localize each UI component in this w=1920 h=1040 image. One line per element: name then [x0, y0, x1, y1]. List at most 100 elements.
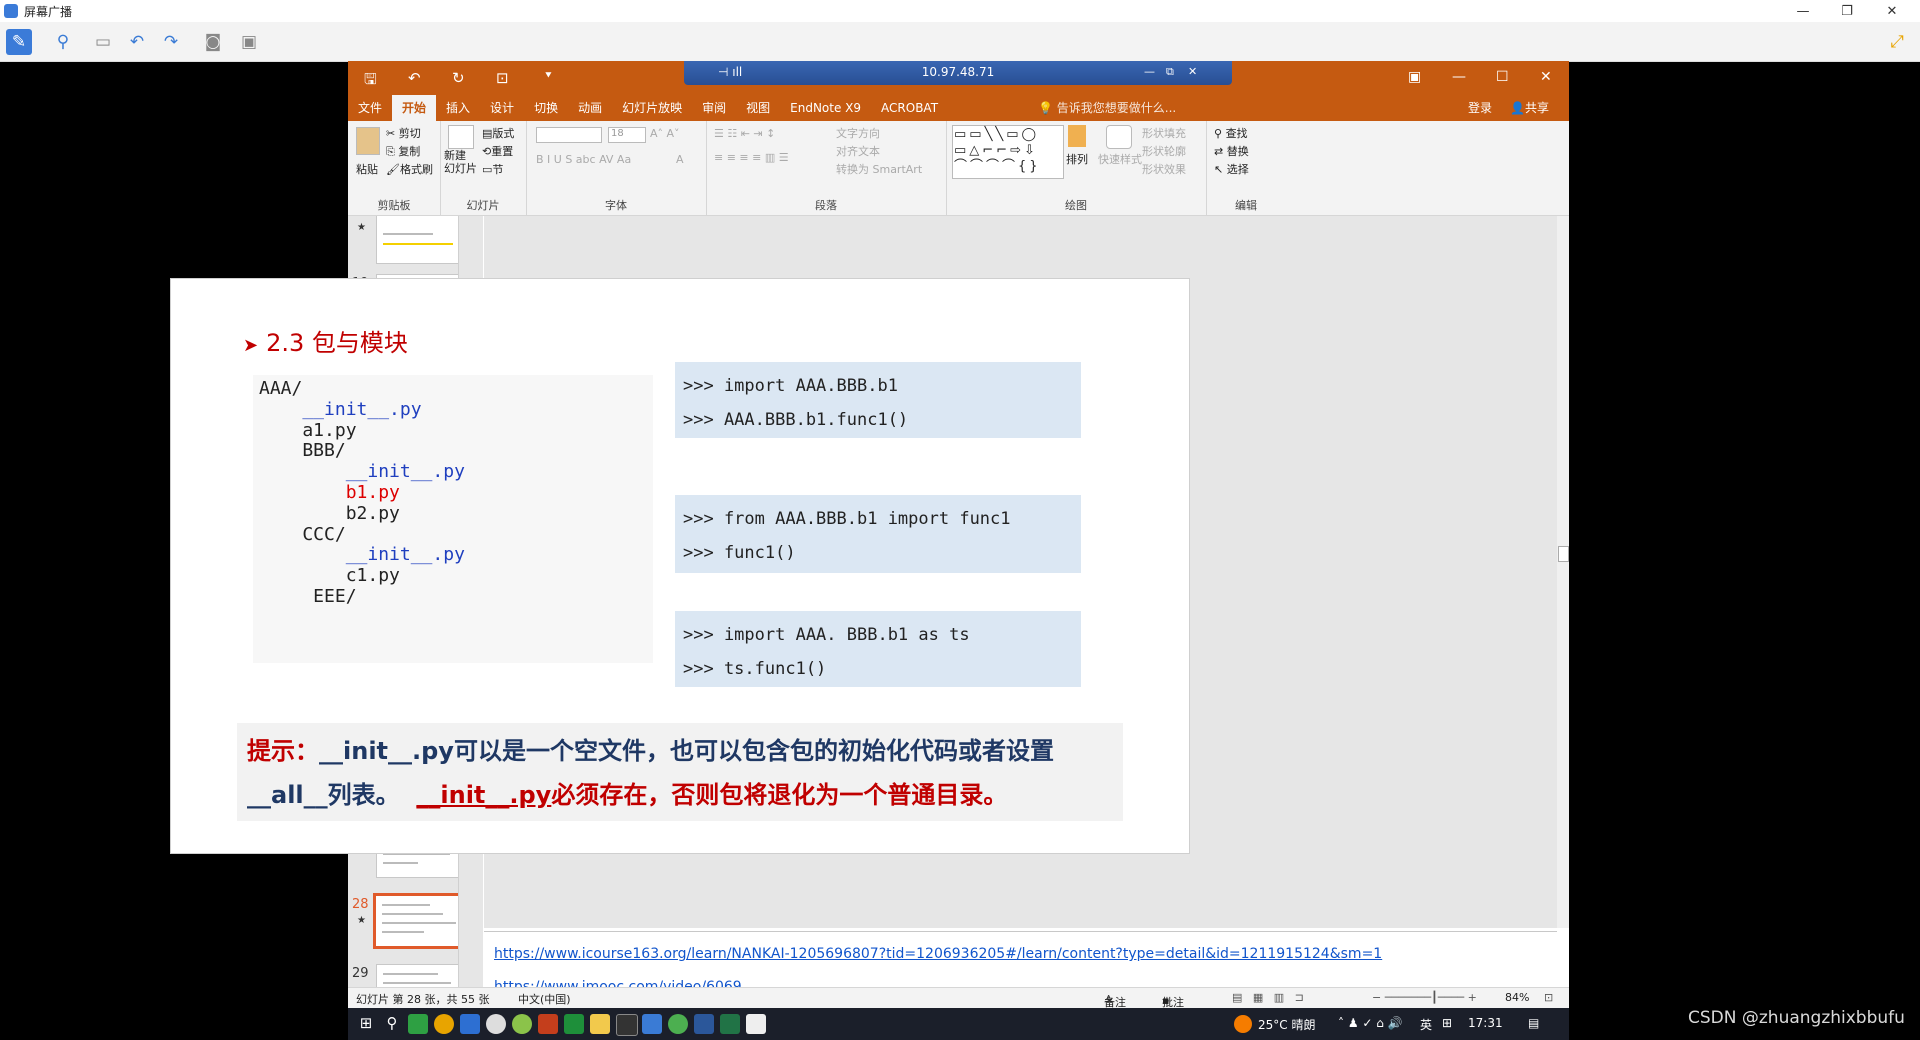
- redo-icon[interactable]: ↷: [158, 29, 184, 55]
- text-direction-button[interactable]: 文字方向: [836, 125, 880, 141]
- weather-icon[interactable]: [1234, 1015, 1252, 1033]
- slide-thumbnail[interactable]: [373, 893, 463, 949]
- quick-styles-button[interactable]: 快速样式: [1098, 151, 1142, 167]
- weather-text[interactable]: 25°C 晴朗: [1258, 1016, 1315, 1033]
- ppt-close-button[interactable]: ✕: [1540, 69, 1552, 85]
- align-icons[interactable]: ≡ ≡ ≡ ≡ ▥ ☰: [714, 151, 789, 164]
- restore-button[interactable]: ❐: [1825, 0, 1869, 22]
- expand-icon[interactable]: ⤢: [1884, 29, 1910, 55]
- camera-icon[interactable]: ◙: [200, 29, 226, 55]
- list-icons[interactable]: ☰ ☷ ⇤ ⇥ ↕: [714, 127, 775, 140]
- section-button[interactable]: ▭节: [482, 161, 503, 177]
- font-format-icons[interactable]: B I U S abc AV Aa: [536, 153, 631, 166]
- zoom-slider[interactable]: − ───────┃──── +: [1372, 991, 1477, 1004]
- search-icon[interactable]: ⚲: [382, 1014, 402, 1034]
- arrange-button[interactable]: 排列: [1066, 151, 1088, 167]
- powershell-icon[interactable]: [642, 1014, 662, 1034]
- tray-icons[interactable]: ˄ ♟ ✓ ⌂ 🔊: [1338, 1016, 1403, 1030]
- paste-icon[interactable]: [356, 127, 380, 155]
- notification-icon[interactable]: ▤: [1528, 1016, 1539, 1030]
- ribbon-tab[interactable]: 文件: [348, 95, 392, 121]
- ribbon-tab[interactable]: 切换: [524, 95, 568, 121]
- close-button[interactable]: ✕: [1870, 0, 1914, 22]
- browser-icon[interactable]: [512, 1014, 532, 1034]
- ribbon-tab[interactable]: 插入: [436, 95, 480, 121]
- input-language[interactable]: 英: [1420, 1016, 1432, 1033]
- rdp-minimize-button[interactable]: —: [1144, 61, 1155, 83]
- shape-outline-button[interactable]: 形状轮廓: [1142, 143, 1186, 159]
- ribbon-tab[interactable]: 审阅: [692, 95, 736, 121]
- quick-styles-icon[interactable]: [1106, 125, 1132, 149]
- replace-button[interactable]: ⇄ 替换: [1214, 143, 1249, 159]
- terminal-icon[interactable]: [616, 1014, 638, 1036]
- copy-button[interactable]: ⎘ 复制: [386, 143, 420, 159]
- ribbon-tab[interactable]: 设计: [480, 95, 524, 121]
- ribbon-tab[interactable]: 幻灯片放映: [612, 95, 692, 121]
- wechat-icon[interactable]: [408, 1014, 428, 1034]
- tray-extra-icon[interactable]: ⊞: [1442, 1016, 1452, 1030]
- format-painter-button[interactable]: 🖌格式刷: [386, 161, 433, 177]
- fit-slide-icon[interactable]: ⊡: [1544, 991, 1553, 1004]
- minimize-button[interactable]: —: [1781, 0, 1825, 22]
- arrange-icon[interactable]: [1068, 125, 1086, 147]
- ribbon-display-icon[interactable]: ▣: [1408, 69, 1421, 85]
- present-icon[interactable]: ⊡: [496, 69, 509, 87]
- chrome-icon[interactable]: [434, 1014, 454, 1034]
- font-color-icon[interactable]: A: [676, 153, 684, 166]
- customize-icon[interactable]: ⯆: [544, 69, 553, 83]
- ribbon-tab[interactable]: 动画: [568, 95, 612, 121]
- reset-button[interactable]: ⟲重置: [482, 143, 513, 159]
- new-slide-button[interactable]: 新建 幻灯片: [444, 149, 477, 175]
- app-icon[interactable]: [460, 1014, 480, 1034]
- ppt-minimize-button[interactable]: —: [1452, 69, 1466, 85]
- ribbon-tab[interactable]: EndNote X9: [780, 95, 871, 121]
- ribbon-tab[interactable]: 视图: [736, 95, 780, 121]
- powerpoint-icon[interactable]: [538, 1014, 558, 1034]
- tell-me-box[interactable]: 💡 告诉我您想要做什么...: [1028, 95, 1186, 121]
- notepad-icon[interactable]: [746, 1014, 766, 1034]
- notes-link-icourse[interactable]: https://www.icourse163.org/learn/NANKAI-…: [494, 946, 1382, 962]
- word-icon[interactable]: [694, 1014, 714, 1034]
- ribbon-tab[interactable]: 开始: [392, 95, 437, 121]
- paste-button[interactable]: 粘贴: [356, 161, 378, 177]
- new-slide-icon[interactable]: [448, 125, 474, 149]
- pycharm-icon[interactable]: [564, 1014, 584, 1034]
- font-name-box[interactable]: [536, 127, 602, 143]
- select-button[interactable]: ↖ 选择: [1214, 161, 1249, 177]
- editor-scroll-thumb[interactable]: [1558, 546, 1569, 562]
- find-button[interactable]: ⚲ 查找: [1214, 125, 1248, 141]
- ribbon-tab[interactable]: ACROBAT: [871, 95, 948, 121]
- login-link[interactable]: 登录: [1458, 95, 1502, 121]
- zoom-icon[interactable]: ⚲: [50, 29, 76, 55]
- screens-icon[interactable]: ▣: [236, 29, 262, 55]
- zoom-level[interactable]: 84%: [1505, 991, 1529, 1004]
- rdp-close-button[interactable]: ✕: [1188, 61, 1197, 83]
- smartart-button[interactable]: 转换为 SmartArt: [836, 161, 922, 177]
- clock[interactable]: 17:31: [1468, 1016, 1503, 1030]
- monitor-icon[interactable]: ▭: [90, 29, 116, 55]
- rdp-restore-button[interactable]: ⧉: [1166, 61, 1174, 83]
- share-button[interactable]: 👤共享: [1500, 95, 1559, 121]
- editor-vertical-scrollbar[interactable]: [1557, 216, 1569, 928]
- ppt-maximize-button[interactable]: ☐: [1496, 69, 1509, 85]
- shape-effects-button[interactable]: 形状效果: [1142, 161, 1186, 177]
- shape-fill-button[interactable]: 形状填充: [1142, 125, 1186, 141]
- slide-thumbnail-prev[interactable]: [376, 216, 462, 264]
- green-app-icon[interactable]: [668, 1014, 688, 1034]
- windows-start-icon[interactable]: ⊞: [356, 1014, 376, 1034]
- align-text-button[interactable]: 对齐文本: [836, 143, 880, 159]
- excel-icon[interactable]: [720, 1014, 740, 1034]
- undo-icon[interactable]: ↶: [408, 69, 421, 87]
- folder-icon[interactable]: [590, 1014, 610, 1034]
- undo-icon[interactable]: ↶: [124, 29, 150, 55]
- rdp-pin-icon[interactable]: ⊣ ıll: [718, 61, 742, 83]
- save-icon[interactable]: 🖫: [364, 69, 377, 94]
- chat-icon[interactable]: [486, 1014, 506, 1034]
- slide-canvas[interactable]: ➤ 2.3 包与模块 AAA/ __init__.py a1.py BBB/ __…: [170, 278, 1190, 854]
- language-indicator[interactable]: 中文(中国): [518, 991, 571, 1007]
- font-size-box[interactable]: 18: [608, 127, 646, 143]
- redo-icon[interactable]: ↻: [452, 69, 465, 87]
- grow-font-icon[interactable]: A˄ A˅: [650, 127, 680, 140]
- layout-button[interactable]: ▤版式: [482, 125, 514, 141]
- shapes-gallery[interactable]: ▭▭╲╲▭◯ ▭△⌐⌐⇨⇩ ⌒⌒⌒⌒{}: [952, 125, 1064, 179]
